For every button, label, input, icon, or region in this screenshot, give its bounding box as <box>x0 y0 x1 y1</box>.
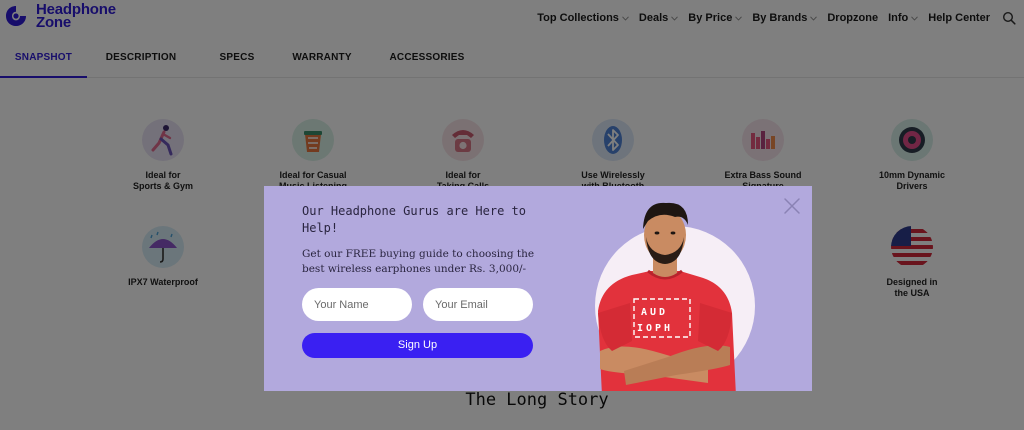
modal-heading: Our Headphone Gurus are Here to Help! <box>302 204 526 235</box>
sign-up-button[interactable]: Sign Up <box>302 333 533 358</box>
email-field[interactable] <box>423 288 533 321</box>
newsletter-modal: Our Headphone Gurus are Here to Help! Ge… <box>264 186 812 391</box>
shirt-print-line1: AUD <box>641 307 668 318</box>
close-icon[interactable] <box>783 197 801 215</box>
shirt-print-line2: IOPH <box>637 323 673 334</box>
modal-description: Get our FREE buying guide to choosing th… <box>302 248 535 275</box>
name-field[interactable] <box>302 288 412 321</box>
headphone-guru-photo: AUD IOPH <box>598 202 736 391</box>
